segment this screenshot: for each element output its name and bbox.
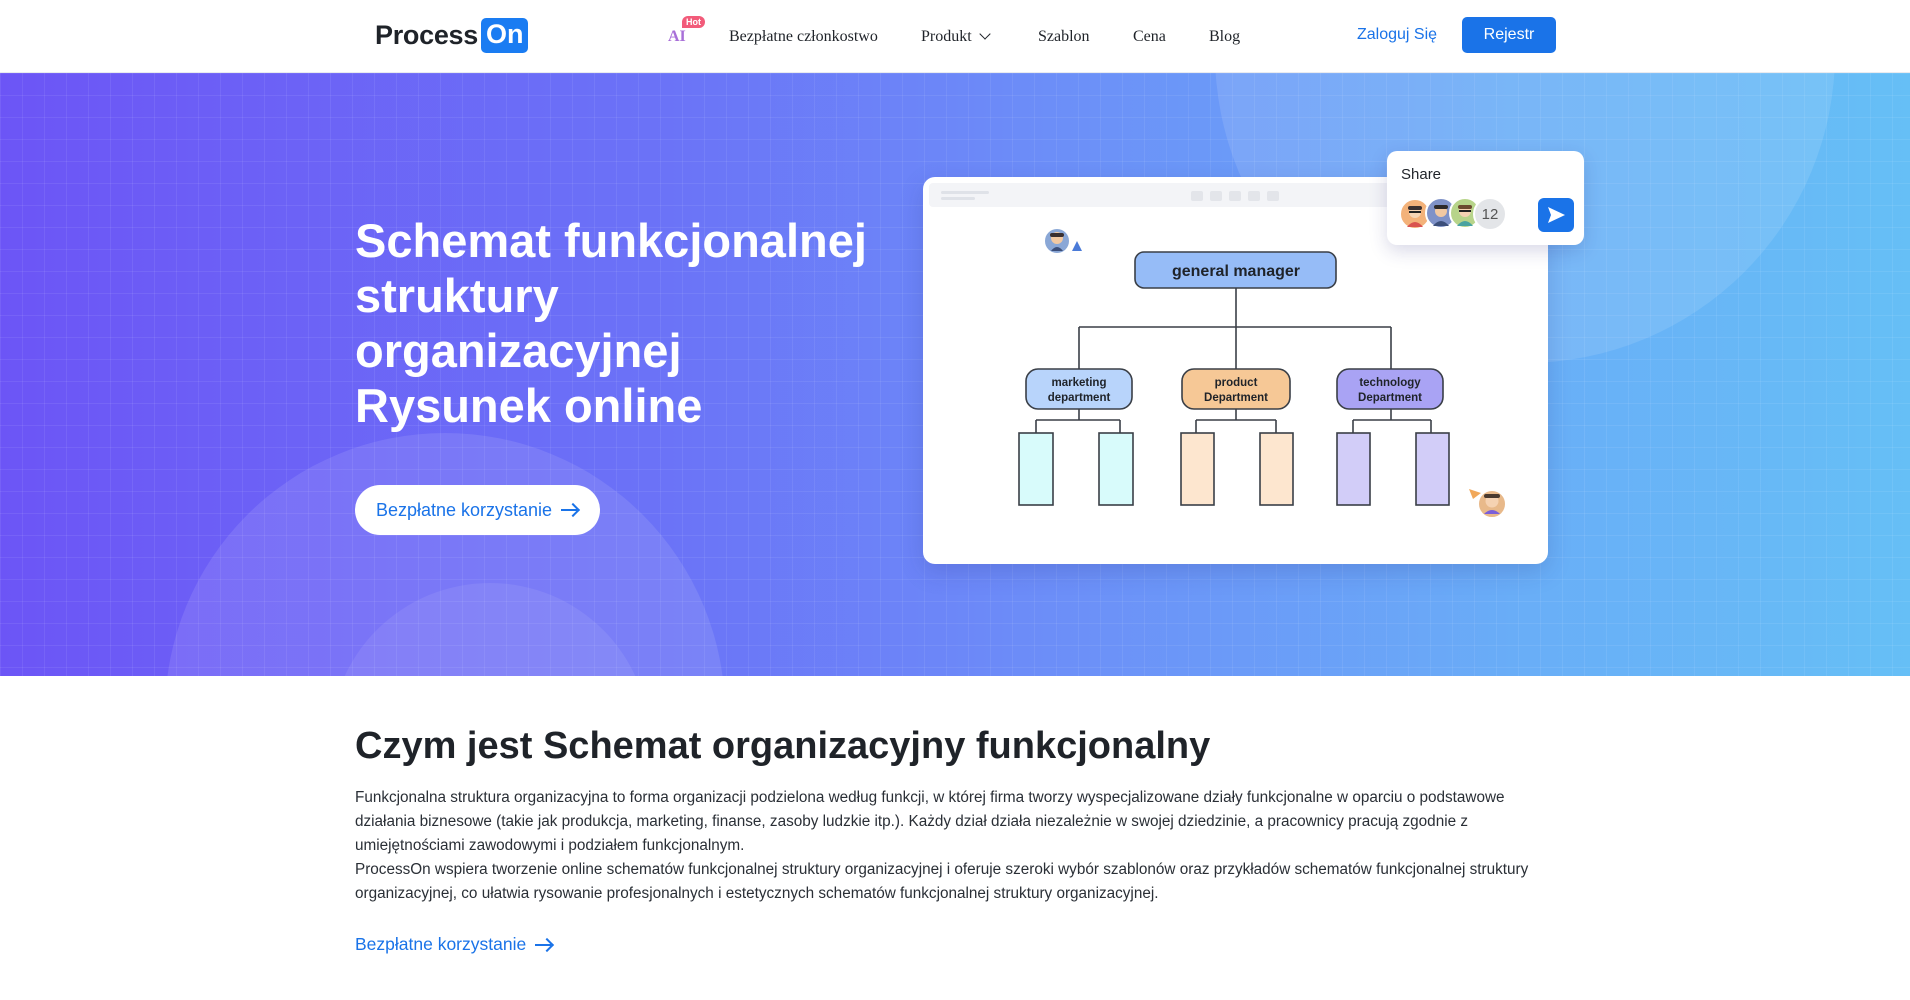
department-label: Department xyxy=(1204,392,1268,404)
hot-badge: Hot xyxy=(682,15,705,28)
share-label: Share xyxy=(1401,166,1442,183)
connector-lines xyxy=(1035,287,1432,433)
hero-title-line: Rysunek online xyxy=(355,379,703,432)
logo-text-on: On xyxy=(480,17,529,53)
toolbar-dot xyxy=(1191,191,1203,201)
hero-title-line: organizacyjnej xyxy=(355,324,682,377)
nav-ai[interactable]: AI Hot xyxy=(668,0,705,73)
arrow-right-icon xyxy=(535,938,553,952)
login-link[interactable]: Zaloguj Się xyxy=(1357,0,1437,69)
share-send-button[interactable] xyxy=(1538,198,1574,232)
department-label: product xyxy=(1215,377,1258,389)
toolbar-dot xyxy=(1267,191,1279,201)
toolbar-dot xyxy=(1248,191,1260,201)
send-icon xyxy=(1548,207,1565,223)
collaborator-count-badge: 12 xyxy=(1473,197,1507,231)
nav-product[interactable]: Produkt xyxy=(921,0,991,73)
collaborator-cursor-avatar xyxy=(1469,489,1507,519)
nav-membership[interactable]: Bezpłatne członkostwo xyxy=(729,0,878,73)
arrow-right-icon xyxy=(561,503,579,517)
share-popup: Share 12 xyxy=(1387,151,1584,245)
toolbar-dot xyxy=(1229,191,1241,201)
ai-icon: AI Hot xyxy=(668,15,705,46)
nav-price[interactable]: Cena xyxy=(1133,0,1166,73)
root-node-label: general manager xyxy=(1172,263,1300,280)
toolbar-dot xyxy=(1210,191,1222,201)
leaf-nodes xyxy=(1018,432,1450,506)
hero-title: Schemat funkcjonalnej struktury organiza… xyxy=(355,213,915,433)
nav-blog[interactable]: Blog xyxy=(1209,0,1240,73)
description-paragraph: Funkcjonalna struktura organizacyjna to … xyxy=(355,789,1505,854)
processon-logo[interactable]: Process On xyxy=(375,17,529,53)
logo-text-process: Process xyxy=(375,19,478,50)
collaborator-cursor-avatar xyxy=(1043,227,1082,255)
nav-product-label: Produkt xyxy=(921,27,972,45)
ai-label: AI xyxy=(668,27,686,45)
toolbar-line xyxy=(941,197,975,200)
hero-free-use-button[interactable]: Bezpłatne korzystanie xyxy=(355,485,600,535)
register-button[interactable]: Rejestr xyxy=(1462,17,1556,53)
content-cta-label: Bezpłatne korzystanie xyxy=(355,934,527,954)
description-paragraph: ProcessOn wspiera tworzenie online schem… xyxy=(355,861,1529,902)
description-text: Funkcjonalna struktura organizacyjna to … xyxy=(355,786,1560,906)
top-navigation-bar: Process On AI Hot Bezpłatne członkostwo … xyxy=(0,0,1910,73)
content-free-use-link[interactable]: Bezpłatne korzystanie xyxy=(355,934,553,955)
nav-template[interactable]: Szablon xyxy=(1038,0,1090,73)
department-label: marketing xyxy=(1052,377,1107,389)
department-label: technology xyxy=(1359,377,1421,389)
hero-cta-label: Bezpłatne korzystanie xyxy=(375,499,553,520)
section-heading: Czym jest Schemat organizacyjny funkcjon… xyxy=(355,725,1211,767)
department-label: department xyxy=(1048,392,1111,404)
hero-title-line: struktury xyxy=(355,269,559,322)
hero-title-line: Schemat funkcjonalnej xyxy=(355,214,867,267)
hero-banner: Schemat funkcjonalnej struktury organiza… xyxy=(0,73,1910,676)
department-label: Department xyxy=(1358,392,1422,404)
toolbar-line xyxy=(941,191,989,194)
chevron-down-icon xyxy=(979,28,991,40)
